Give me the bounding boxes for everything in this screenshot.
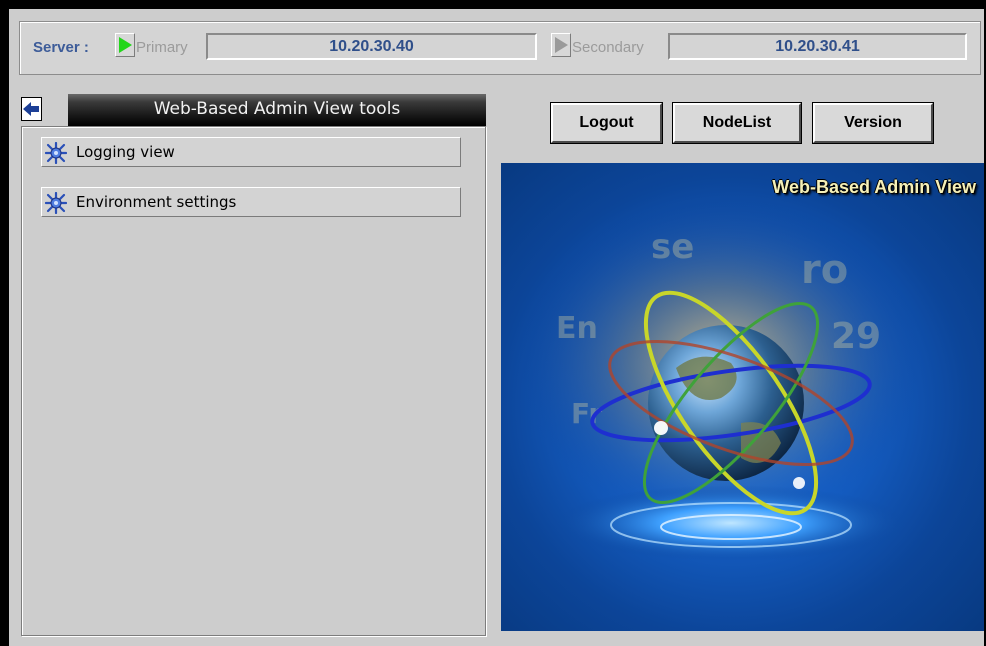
svg-text:En: En [556,311,598,346]
gear-bug-icon [45,142,67,164]
primary-server-button[interactable] [115,33,135,57]
tools-panel: Logging view Environment settings [21,126,486,636]
logging-view-button[interactable]: Logging view [41,137,461,167]
banner-title: Web-Based Admin View [772,177,976,197]
primary-ip-field: 10.20.30.40 [206,33,537,60]
server-bar: Server : Primary 10.20.30.40 Secondary 1… [19,21,981,75]
server-label: Server : [33,39,89,56]
svg-text:ro: ro [801,247,848,293]
play-icon [119,37,132,53]
environment-settings-label: Environment settings [76,193,237,211]
logout-button[interactable]: Logout [550,102,663,144]
secondary-ip-field: 10.20.30.41 [668,33,967,60]
gear-bug-icon [45,192,67,214]
logging-view-label: Logging view [76,143,175,161]
nodelist-button[interactable]: NodeList [672,102,802,144]
version-button[interactable]: Version [812,102,934,144]
secondary-server-name: Secondary [572,39,644,56]
secondary-server-button[interactable] [551,33,571,57]
product-banner: se ro En 29 Fr Web-Based Admin View [501,163,984,631]
svg-text:29: 29 [831,316,881,357]
primary-server-name: Primary [136,39,188,56]
environment-settings-button[interactable]: Environment settings [41,187,461,217]
tools-panel-title: Web-Based Admin View tools [68,94,486,126]
globe-with-orbits-illustration: se ro En 29 Fr [501,163,984,631]
play-icon [555,37,568,53]
arrow-left-icon [23,102,39,116]
svg-text:se: se [651,227,694,267]
back-button[interactable] [21,97,42,121]
